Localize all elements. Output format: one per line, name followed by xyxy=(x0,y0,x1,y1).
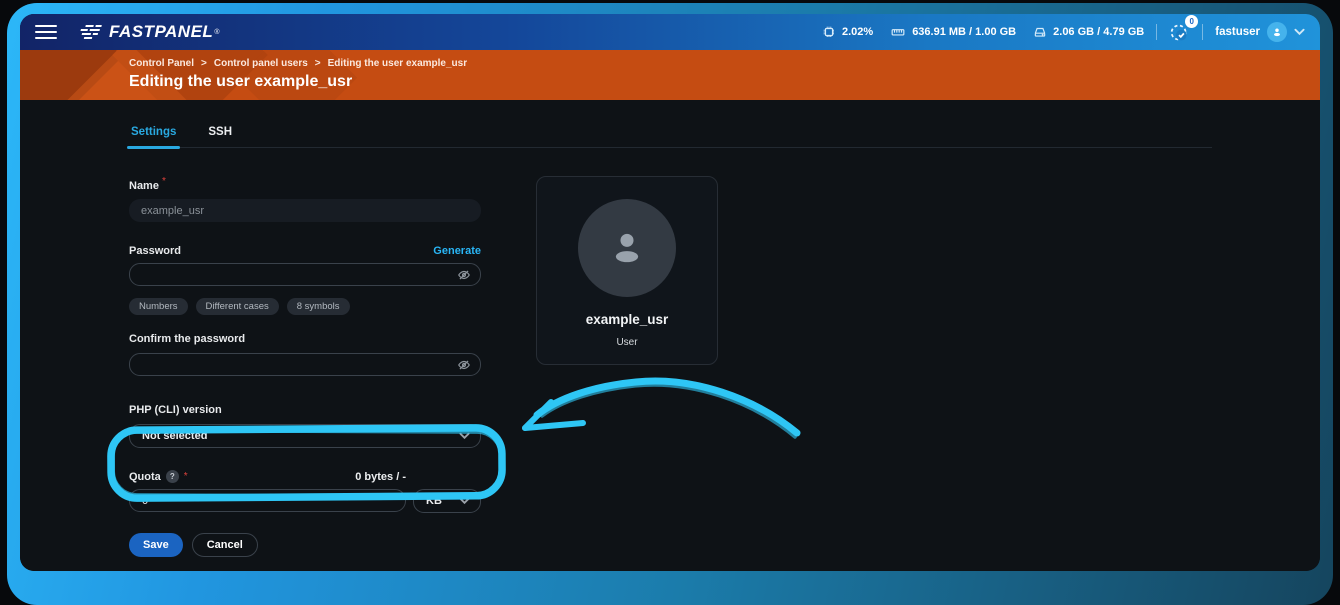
php-cli-version-label: PHP (CLI) version xyxy=(129,404,222,416)
cpu-usage-stat: 2.02% xyxy=(822,25,873,39)
ram-usage-value: 636.91 MB / 1.00 GB xyxy=(912,26,1016,38)
user-avatar xyxy=(1267,22,1287,42)
breadcrumb-control-panel-users[interactable]: Control panel users xyxy=(214,58,308,69)
name-field[interactable] xyxy=(129,199,481,222)
required-mark: * xyxy=(162,176,166,187)
breadcrumb-separator: > xyxy=(315,58,321,69)
password-field[interactable] xyxy=(129,263,481,286)
required-mark: * xyxy=(184,471,188,482)
chevron-down-icon xyxy=(459,497,470,505)
quota-usage-value: 0 bytes / - xyxy=(355,471,406,483)
hamburger-menu-icon[interactable] xyxy=(35,25,57,39)
password-label: Password xyxy=(129,245,181,257)
cancel-button[interactable]: Cancel xyxy=(192,533,258,557)
logo-registered-mark: ® xyxy=(214,29,219,36)
disk-usage-stat: 2.06 GB / 4.79 GB xyxy=(1033,25,1144,39)
fastpanel-logo[interactable]: FASTPANEL ® xyxy=(77,22,219,42)
cpu-icon xyxy=(822,25,836,39)
topbar-divider xyxy=(1156,24,1157,40)
confirm-password-field[interactable] xyxy=(129,353,481,376)
name-label: Name xyxy=(129,180,159,192)
user-card-name: example_usr xyxy=(586,312,669,327)
chevron-down-icon xyxy=(459,432,470,440)
user-card: example_usr User xyxy=(536,176,718,365)
top-bar: FASTPANEL ® 2.02% 636.91 MB / 1.00 GB xyxy=(20,14,1320,50)
page-header: Control Panel > Control panel users > Ed… xyxy=(20,50,1320,100)
quota-help-icon[interactable]: ? xyxy=(166,470,179,483)
quota-field[interactable] xyxy=(129,489,406,512)
php-cli-version-value: Not selected xyxy=(142,430,207,442)
breadcrumb-control-panel[interactable]: Control Panel xyxy=(129,58,194,69)
disk-icon xyxy=(1033,25,1047,39)
tabs: Settings SSH xyxy=(129,126,1212,148)
tab-ssh[interactable]: SSH xyxy=(206,126,234,147)
cpu-usage-value: 2.02% xyxy=(842,26,873,38)
php-cli-version-select[interactable]: Not selected xyxy=(129,424,481,448)
user-menu[interactable]: fastuser xyxy=(1215,22,1305,42)
logo-lines-icon xyxy=(77,24,103,40)
toggle-confirm-visibility-icon[interactable] xyxy=(457,358,471,377)
password-hints: Numbers Different cases 8 symbols xyxy=(129,298,481,315)
page-title: Editing the user example_usr xyxy=(129,73,1320,91)
username-label: fastuser xyxy=(1215,26,1260,38)
main-content: Settings SSH Name* Password xyxy=(20,100,1320,571)
breadcrumb-current: Editing the user example_usr xyxy=(328,58,468,69)
disk-usage-value: 2.06 GB / 4.79 GB xyxy=(1053,26,1144,38)
ram-icon xyxy=(890,25,906,39)
quota-section: Quota ? * 0 bytes / - KB xyxy=(129,470,481,513)
user-edit-form: Name* Password Generate xyxy=(129,176,481,557)
fastpanel-window: FASTPANEL ® 2.02% 636.91 MB / 1.00 GB xyxy=(20,14,1320,571)
desktop-background: FASTPANEL ® 2.02% 636.91 MB / 1.00 GB xyxy=(7,3,1333,605)
confirm-password-label: Confirm the password xyxy=(129,333,245,345)
user-card-avatar xyxy=(578,199,676,297)
topbar-divider xyxy=(1202,24,1203,40)
person-icon xyxy=(1271,26,1283,38)
toggle-password-visibility-icon[interactable] xyxy=(457,268,471,287)
ram-usage-stat: 636.91 MB / 1.00 GB xyxy=(890,25,1016,39)
breadcrumb-separator: > xyxy=(201,58,207,69)
notifications-button[interactable]: 0 xyxy=(1169,22,1190,43)
password-hint-symbols: 8 symbols xyxy=(287,298,350,315)
quota-unit-value: KB xyxy=(426,495,442,507)
quota-label: Quota xyxy=(129,471,161,483)
user-card-role: User xyxy=(616,337,637,348)
password-hint-numbers: Numbers xyxy=(129,298,188,315)
breadcrumb: Control Panel > Control panel users > Ed… xyxy=(129,58,1320,69)
logo-text: FASTPANEL xyxy=(109,22,213,42)
notifications-count-badge: 0 xyxy=(1185,15,1198,28)
save-button[interactable]: Save xyxy=(129,533,183,557)
quota-unit-select[interactable]: KB xyxy=(413,489,481,513)
person-icon xyxy=(604,225,650,271)
chevron-down-icon xyxy=(1294,28,1305,36)
password-hint-cases: Different cases xyxy=(196,298,279,315)
generate-password-link[interactable]: Generate xyxy=(433,245,481,257)
tab-settings[interactable]: Settings xyxy=(129,126,178,147)
